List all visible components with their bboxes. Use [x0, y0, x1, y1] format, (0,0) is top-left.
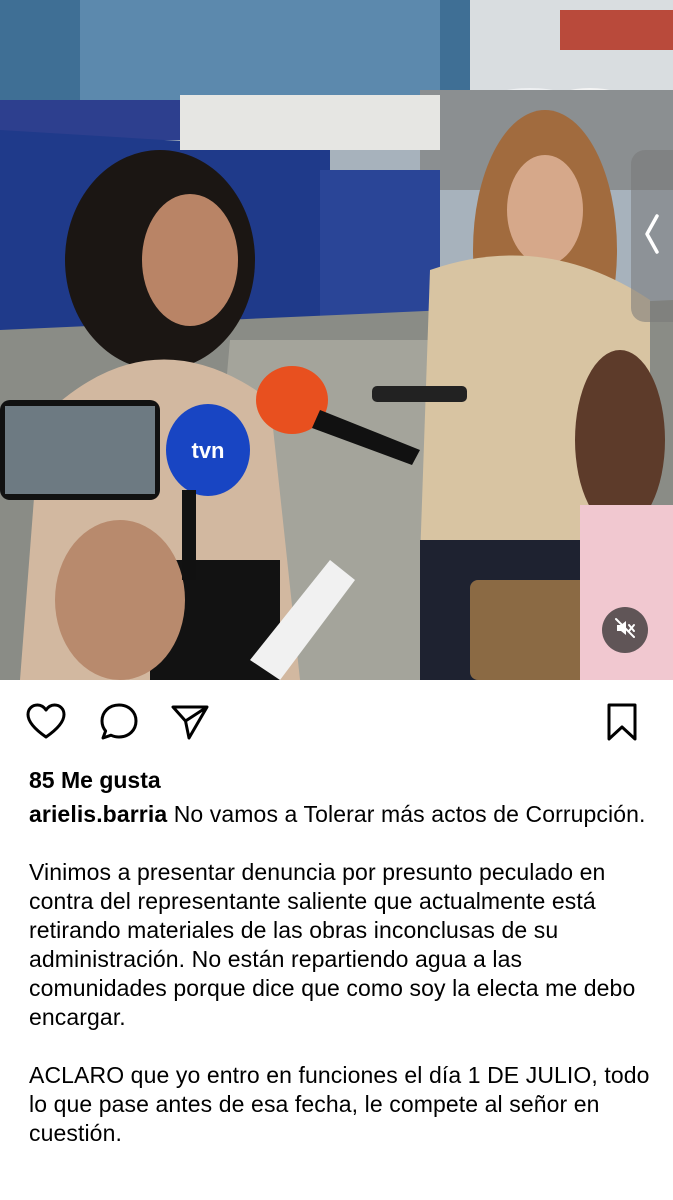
send-paper-plane-icon — [169, 701, 211, 748]
heart-icon — [25, 701, 67, 748]
post-video[interactable]: tvn — [0, 0, 673, 680]
caption-paragraph-3: ACLARO que yo entro en funciones el día … — [29, 1062, 650, 1146]
speaker-muted-icon — [613, 616, 637, 645]
likes-count[interactable]: 85 Me gusta — [29, 765, 161, 795]
caption-paragraph-2: Vinimos a presentar denuncia por presunt… — [29, 859, 636, 1030]
bookmark-icon — [601, 701, 643, 748]
like-button[interactable] — [24, 702, 68, 746]
comment-bubble-icon — [98, 701, 140, 748]
post-action-bar — [0, 680, 673, 764]
chevron-left-icon — [642, 212, 662, 261]
carousel-side-tab[interactable] — [631, 150, 673, 322]
post-caption: arielis.barria No vamos a Tolerar más ac… — [29, 800, 654, 1177]
share-button[interactable] — [168, 702, 212, 746]
caption-first-paragraph: arielis.barria No vamos a Tolerar más ac… — [29, 800, 654, 829]
svg-text:tvn: tvn — [192, 438, 225, 463]
video-frame-illustration: tvn — [0, 0, 673, 680]
caption-username[interactable]: arielis.barria — [29, 801, 167, 827]
save-button[interactable] — [600, 702, 644, 746]
caption-first-line: No vamos a Tolerar más actos de Corrupci… — [173, 801, 646, 827]
mute-toggle-button[interactable] — [602, 607, 648, 653]
comment-button[interactable] — [97, 702, 141, 746]
